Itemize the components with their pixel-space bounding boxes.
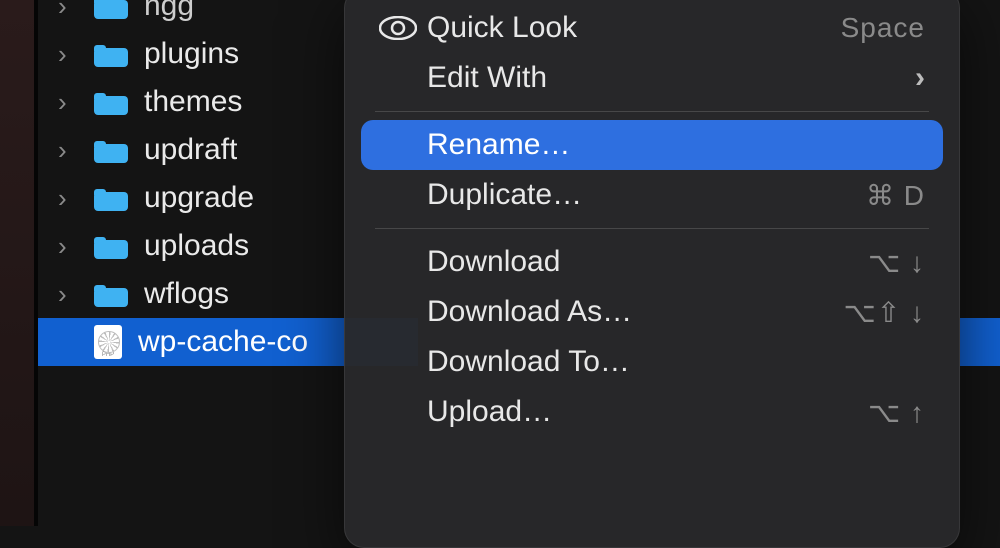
menu-label: Edit With — [427, 61, 915, 95]
php-file-icon: PHP — [94, 325, 122, 359]
menu-shortcut: ⌘ D — [866, 179, 925, 212]
chevron-right-icon[interactable]: › — [58, 0, 80, 22]
menu-label: Upload… — [427, 395, 868, 429]
menu-label: Rename… — [427, 128, 925, 162]
window-left-edge — [0, 0, 36, 526]
menu-item-download-as[interactable]: Download As… ⌥⇧ ↓ — [361, 287, 943, 337]
folder-icon — [94, 185, 128, 211]
tree-label: themes — [144, 85, 242, 119]
menu-item-download[interactable]: Download ⌥ ↓ — [361, 237, 943, 287]
tree-label: ngg — [144, 0, 194, 23]
chevron-right-icon[interactable]: › — [58, 183, 80, 214]
menu-item-rename[interactable]: Rename… — [361, 120, 943, 170]
chevron-right-icon[interactable]: › — [58, 39, 80, 70]
chevron-right-icon[interactable]: › — [58, 279, 80, 310]
folder-icon — [94, 137, 128, 163]
menu-shortcut: ⌥ ↑ — [868, 396, 925, 429]
tree-label: wflogs — [144, 277, 229, 311]
context-menu: Quick Look Space Edit With › Rename… Dup… — [344, 0, 960, 548]
folder-icon — [94, 281, 128, 307]
menu-shortcut: ⌥ ↓ — [868, 246, 925, 279]
menu-item-quick-look[interactable]: Quick Look Space — [361, 3, 943, 53]
menu-label: Download As… — [427, 295, 843, 329]
tree-label: wp-cache-co — [138, 325, 308, 359]
folder-icon — [94, 89, 128, 115]
file-ext-label: PHP — [94, 352, 122, 358]
menu-shortcut: Space — [841, 12, 925, 44]
menu-shortcut: ⌥⇧ ↓ — [843, 296, 925, 329]
chevron-right-icon[interactable]: › — [58, 87, 80, 118]
menu-separator — [375, 228, 929, 229]
menu-label: Quick Look — [427, 11, 841, 45]
tree-label: uploads — [144, 229, 249, 263]
menu-item-download-to[interactable]: Download To… — [361, 337, 943, 387]
selected-row-highlight-right — [960, 318, 1000, 366]
folder-icon — [94, 0, 128, 19]
tree-label: upgrade — [144, 181, 254, 215]
menu-item-duplicate[interactable]: Duplicate… ⌘ D — [361, 170, 943, 220]
chevron-right-icon: › — [915, 61, 925, 95]
tree-label: updraft — [144, 133, 237, 167]
chevron-right-icon[interactable]: › — [58, 135, 80, 166]
chevron-right-icon[interactable]: › — [58, 231, 80, 262]
menu-separator — [375, 111, 929, 112]
tree-label: plugins — [144, 37, 239, 71]
menu-item-edit-with[interactable]: Edit With › — [361, 53, 943, 103]
folder-icon — [94, 41, 128, 67]
eye-icon — [379, 16, 427, 40]
menu-item-upload[interactable]: Upload… ⌥ ↑ — [361, 387, 943, 437]
folder-icon — [94, 233, 128, 259]
menu-label: Download To… — [427, 345, 925, 379]
menu-label: Download — [427, 245, 868, 279]
menu-label: Duplicate… — [427, 178, 866, 212]
